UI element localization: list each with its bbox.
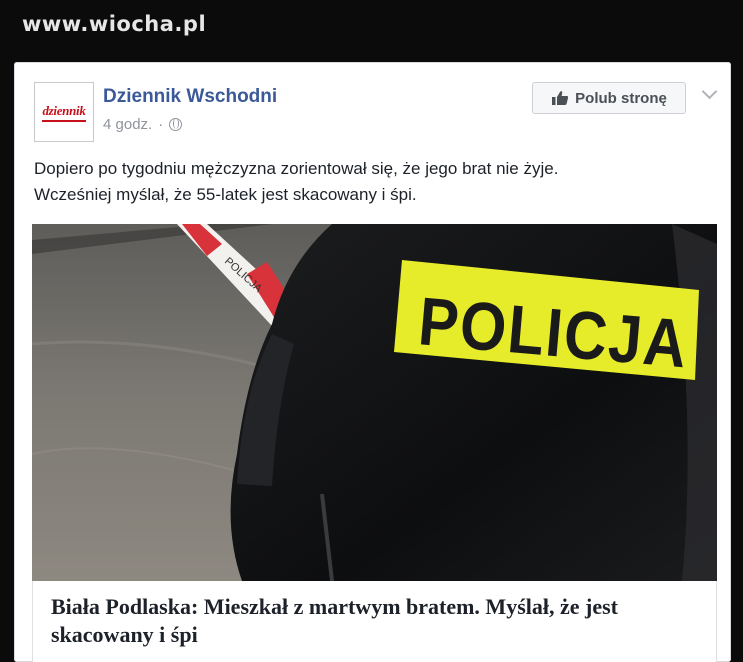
link-preview[interactable]: Biała Podlaska: Mieszkał z martwym brate… xyxy=(32,581,717,662)
globe-icon xyxy=(169,118,183,131)
like-thumb-icon xyxy=(552,91,569,105)
like-page-button[interactable]: Polub stronę xyxy=(532,82,686,114)
post-text-line-2: Wcześniej myślał, że 55-latek jest skaco… xyxy=(34,185,417,204)
link-headline[interactable]: Biała Podlaska: Mieszkał z martwym brate… xyxy=(51,593,701,649)
police-officer-photo: POLICJA POLICJA xyxy=(32,224,717,581)
avatar-logo: dziennik xyxy=(42,103,86,122)
meta-separator: · xyxy=(158,116,164,133)
post-text: Dopiero po tygodniu mężczyzna zorientowa… xyxy=(34,156,714,208)
link-preview-image[interactable]: POLICJA POLICJA xyxy=(32,224,717,581)
chevron-down-icon[interactable] xyxy=(701,83,718,100)
like-button-label: Polub stronę xyxy=(575,89,667,107)
facebook-post-card: dziennik Dziennik Wschodni 4 godz. · Pol… xyxy=(14,62,731,662)
page-avatar[interactable]: dziennik xyxy=(34,82,94,142)
post-meta: 4 godz. · xyxy=(103,116,183,133)
post-time[interactable]: 4 godz. xyxy=(103,116,152,133)
post-text-line-1: Dopiero po tygodniu mężczyzna zorientowa… xyxy=(34,159,559,178)
watermark: www.wiocha.pl xyxy=(22,12,207,36)
page-name-link[interactable]: Dziennik Wschodni xyxy=(103,86,277,108)
